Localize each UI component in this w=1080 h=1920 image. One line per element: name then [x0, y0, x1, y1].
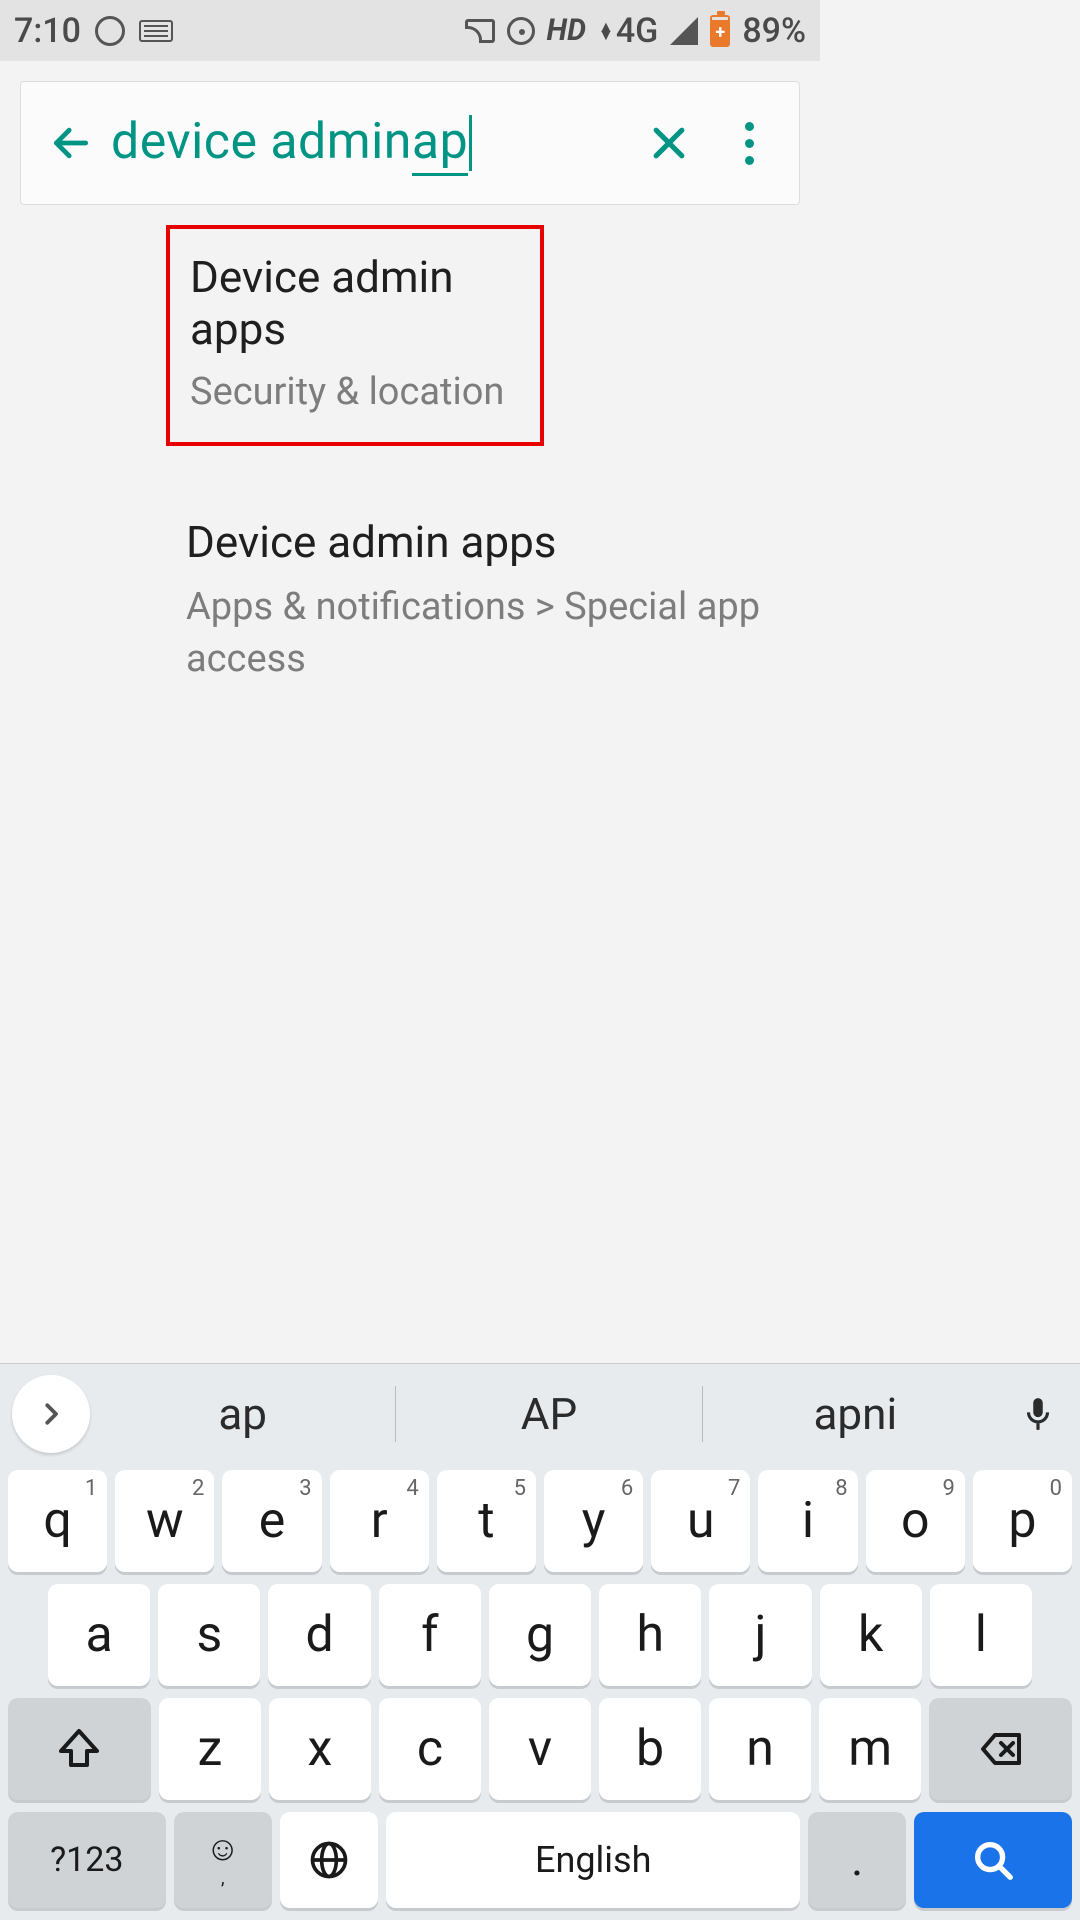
on-screen-keyboard: ap AP apni q1w2e3r4t5y6u7i8o9p0 asdfghjk…: [0, 1363, 1080, 1920]
key-n[interactable]: n: [709, 1698, 811, 1800]
key-alt-number: 1: [85, 1476, 97, 1501]
search-action-key[interactable]: [914, 1812, 1072, 1908]
key-alt-number: 0: [1050, 1476, 1062, 1501]
key-m[interactable]: m: [819, 1698, 921, 1800]
emoji-icon: ☺: [205, 1832, 240, 1866]
battery-percent: 89%: [742, 11, 806, 51]
suggestion[interactable]: AP: [396, 1388, 701, 1440]
key-q[interactable]: q1: [8, 1470, 107, 1572]
text-caret: [469, 115, 472, 171]
key-c[interactable]: c: [379, 1698, 481, 1800]
suggestion-row: ap AP apni: [0, 1364, 1080, 1464]
result-subtitle: Apps & notifications > Special app acces…: [186, 582, 780, 685]
back-button[interactable]: [31, 103, 111, 183]
mic-icon: [1019, 1390, 1057, 1438]
key-r[interactable]: r4: [330, 1470, 429, 1572]
key-row-bottom: ?123 ☺ , English .: [0, 1806, 1080, 1914]
key-e[interactable]: e3: [222, 1470, 321, 1572]
hotspot-icon: [507, 17, 535, 45]
key-alt-number: 5: [514, 1476, 526, 1501]
key-row-2: asdfghjkl: [0, 1578, 1080, 1692]
search-icon: [970, 1837, 1016, 1883]
key-s[interactable]: s: [158, 1584, 260, 1686]
space-key[interactable]: English: [386, 1812, 800, 1908]
key-w[interactable]: w2: [115, 1470, 214, 1572]
key-o[interactable]: o9: [866, 1470, 965, 1572]
key-t[interactable]: t5: [437, 1470, 536, 1572]
key-alt-number: 3: [299, 1476, 311, 1501]
expand-suggestions-button[interactable]: [12, 1375, 90, 1453]
result-item[interactable]: Device admin apps Apps & notifications >…: [0, 486, 820, 715]
search-text-composing: ap: [412, 113, 468, 176]
key-a[interactable]: a: [48, 1584, 150, 1686]
ring-icon: [95, 16, 125, 46]
key-x[interactable]: x: [269, 1698, 371, 1800]
suggestion[interactable]: apni: [703, 1388, 1008, 1440]
key-h[interactable]: h: [599, 1584, 701, 1686]
search-bar: device admin ap: [20, 81, 800, 205]
network-type: 4G: [616, 11, 658, 51]
status-time: 7:10: [14, 11, 81, 51]
symbols-key[interactable]: ?123: [8, 1812, 166, 1908]
key-b[interactable]: b: [599, 1698, 701, 1800]
emoji-key[interactable]: ☺ ,: [174, 1812, 272, 1908]
battery-charge-icon: +: [712, 20, 728, 45]
cast-icon: [465, 19, 495, 43]
voice-input-button[interactable]: [1008, 1390, 1068, 1438]
result-subtitle: Security & location: [190, 367, 520, 418]
key-f[interactable]: f: [379, 1584, 481, 1686]
suggestion[interactable]: ap: [90, 1388, 395, 1440]
key-alt-number: 2: [192, 1476, 204, 1501]
key-j[interactable]: j: [709, 1584, 811, 1686]
close-icon: [647, 121, 691, 165]
key-alt-number: 9: [942, 1476, 954, 1501]
key-d[interactable]: d: [268, 1584, 370, 1686]
hd-indicator: HD: [547, 13, 586, 48]
key-l[interactable]: l: [930, 1584, 1032, 1686]
key-i[interactable]: i8: [758, 1470, 857, 1572]
globe-icon: [307, 1838, 351, 1882]
key-v[interactable]: v: [489, 1698, 591, 1800]
more-options-button[interactable]: [709, 103, 789, 183]
backspace-key[interactable]: [929, 1698, 1072, 1800]
result-title: Device admin apps: [190, 251, 520, 355]
key-alt-number: 4: [406, 1476, 418, 1501]
shift-icon: [55, 1725, 103, 1773]
clear-search-button[interactable]: [629, 103, 709, 183]
search-text-prefix: device admin: [111, 113, 412, 171]
key-alt-number: 6: [621, 1476, 633, 1501]
key-row-3: zxcvbnm: [0, 1692, 1080, 1806]
key-u[interactable]: u7: [651, 1470, 750, 1572]
key-p[interactable]: p0: [973, 1470, 1072, 1572]
search-results: Device admin apps Security & location De…: [0, 225, 820, 715]
backspace-icon: [977, 1725, 1025, 1773]
chevron-right-icon: [36, 1399, 66, 1429]
language-key[interactable]: [280, 1812, 378, 1908]
key-k[interactable]: k: [820, 1584, 922, 1686]
key-alt-number: 8: [835, 1476, 847, 1501]
battery-icon: +: [710, 15, 730, 47]
period-key[interactable]: .: [808, 1812, 906, 1908]
result-item-highlighted[interactable]: Device admin apps Security & location: [166, 225, 544, 446]
key-g[interactable]: g: [489, 1584, 591, 1686]
more-vert-icon: [745, 122, 754, 165]
status-bar: 7:10 HD ▲▼ 4G + 89%: [0, 0, 820, 61]
shift-key[interactable]: [8, 1698, 151, 1800]
mobile-data-indicator: ▲▼ 4G: [598, 11, 658, 51]
key-y[interactable]: y6: [544, 1470, 643, 1572]
comma-label: ,: [221, 1868, 225, 1889]
result-title: Device admin apps: [186, 516, 780, 568]
key-z[interactable]: z: [159, 1698, 261, 1800]
keyboard-indicator-icon: [139, 20, 173, 42]
arrow-left-icon: [49, 121, 93, 165]
key-row-1: q1w2e3r4t5y6u7i8o9p0: [0, 1464, 1080, 1578]
key-alt-number: 7: [728, 1476, 740, 1501]
signal-icon: [670, 17, 698, 45]
search-input[interactable]: device admin ap: [111, 113, 629, 173]
